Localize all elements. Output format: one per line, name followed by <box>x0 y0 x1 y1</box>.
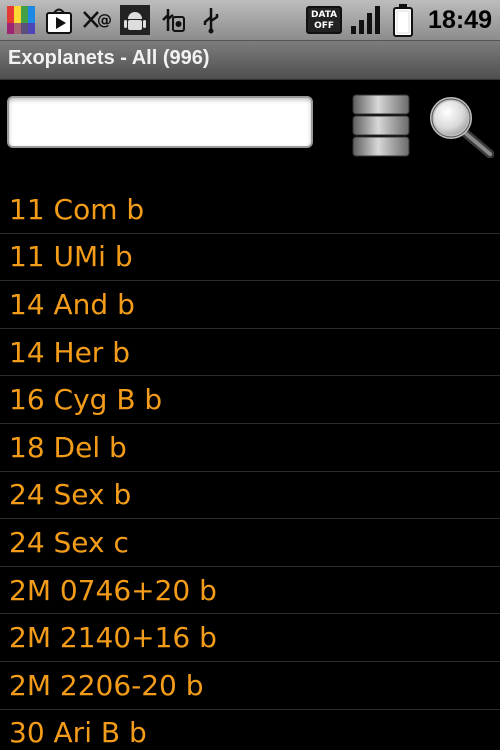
list-item[interactable]: 30 Ari B b <box>0 710 500 750</box>
avg-antivirus-icon <box>7 6 35 34</box>
svg-text:@: @ <box>97 11 112 29</box>
notification-icons: @ <box>6 3 226 37</box>
email-icon: @ <box>83 11 112 29</box>
list-item[interactable]: 24 Sex b <box>0 472 500 520</box>
list-item[interactable]: 11 UMi b <box>0 234 500 282</box>
list-item[interactable]: 24 Sex c <box>0 519 500 567</box>
signal-bars-icon <box>351 6 381 34</box>
play-store-icon <box>46 8 72 34</box>
list-item[interactable]: 2M 2140+16 b <box>0 614 500 662</box>
database-button[interactable] <box>351 94 411 158</box>
list-item[interactable]: 2M 0746+20 b <box>0 567 500 615</box>
list-item[interactable]: 14 Her b <box>0 329 500 377</box>
list-item[interactable]: 2M 2206-20 b <box>0 662 500 710</box>
system-indicators: DATA OFF 18:49 <box>306 0 492 40</box>
magnifier-icon <box>430 97 495 159</box>
list-item[interactable]: 11 Com b <box>0 186 500 234</box>
data-label: DATA <box>310 10 338 20</box>
search-input[interactable] <box>7 96 313 148</box>
list-item[interactable]: 16 Cyg B b <box>0 376 500 424</box>
usb-debug-icon <box>162 9 185 32</box>
battery-icon <box>393 4 414 37</box>
exoplanet-list[interactable]: 11 Com b 11 UMi b 14 And b 14 Her b 16 Cyg B… <box>0 186 500 750</box>
usb-icon <box>203 8 219 34</box>
list-item[interactable]: 18 Del b <box>0 424 500 472</box>
title-bar: Exoplanets - All (996) <box>0 41 500 80</box>
clock: 18:49 <box>428 5 492 34</box>
off-label: OFF <box>314 21 335 31</box>
status-bar: @ DATA OFF 18:49 <box>0 0 500 41</box>
list-item[interactable]: 14 And b <box>0 281 500 329</box>
data-off-indicator: DATA OFF <box>306 6 343 34</box>
database-icon <box>352 94 410 157</box>
search-button[interactable] <box>428 96 495 159</box>
page-title: Exoplanets - All (996) <box>8 47 210 69</box>
android-debug-icon <box>120 5 150 35</box>
